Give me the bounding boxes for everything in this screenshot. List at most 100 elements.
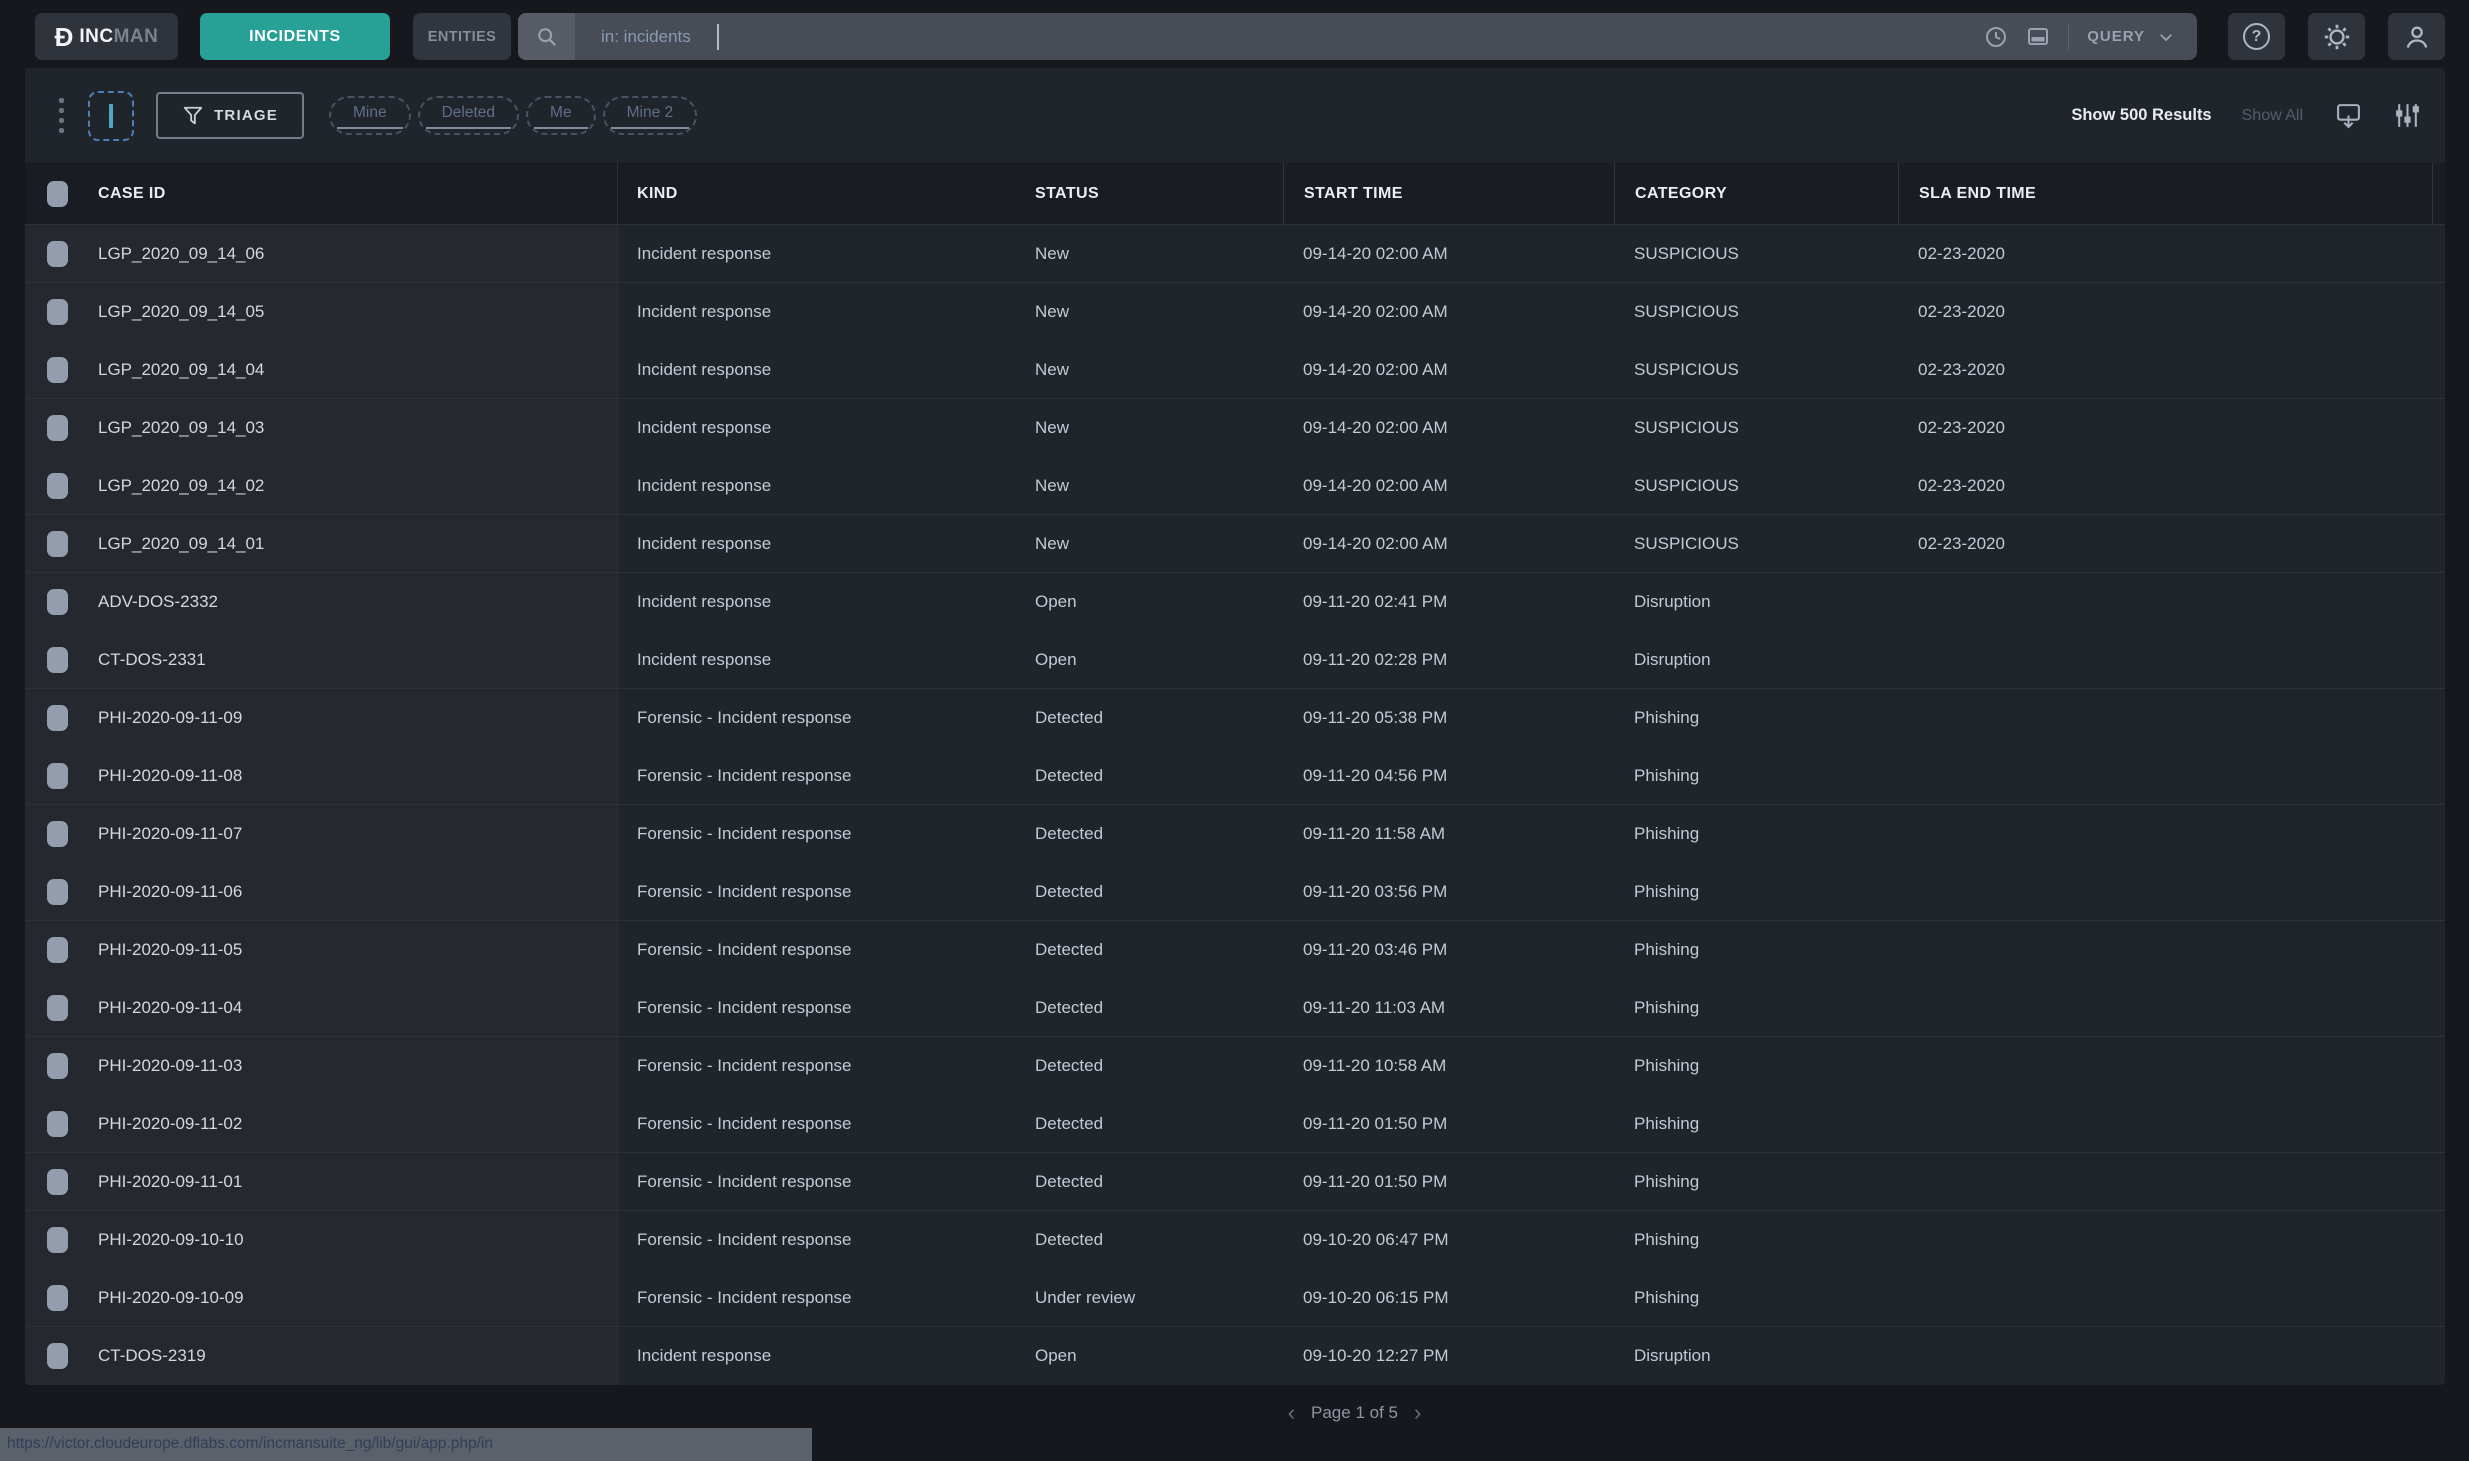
sla-end-time-cell: 02-23-2020 xyxy=(1898,244,2432,264)
case-id-cell[interactable]: PHI-2020-09-11-03 xyxy=(75,1056,617,1076)
case-id-cell[interactable]: PHI-2020-09-10-09 xyxy=(75,1288,617,1308)
kind-cell: Incident response xyxy=(617,418,1015,438)
row-checkbox[interactable] xyxy=(47,1285,68,1311)
table-row[interactable]: LGP_2020_09_14_06 Incident response New … xyxy=(25,225,2445,283)
case-id-cell[interactable]: ADV-DOS-2332 xyxy=(75,592,617,612)
case-id-cell[interactable]: LGP_2020_09_14_04 xyxy=(75,360,617,380)
column-header-case-id[interactable]: CASE ID xyxy=(75,163,617,224)
tab-entities[interactable]: ENTITIES xyxy=(413,13,511,60)
column-header-sla-end-time[interactable]: SLA END TIME xyxy=(1898,163,2432,224)
tab-incidents[interactable]: INCIDENTS xyxy=(200,13,390,60)
case-id-cell[interactable]: LGP_2020_09_14_06 xyxy=(75,244,617,264)
column-header-kind[interactable]: KIND xyxy=(617,163,1015,224)
row-checkbox[interactable] xyxy=(47,763,68,789)
case-id-cell[interactable]: PHI-2020-09-11-04 xyxy=(75,998,617,1018)
row-checkbox[interactable] xyxy=(47,647,68,673)
filter-pill-mine[interactable]: Mine xyxy=(329,96,411,135)
table-row[interactable]: PHI-2020-09-11-06 Forensic - Incident re… xyxy=(25,863,2445,921)
filter-pill-deleted[interactable]: Deleted xyxy=(418,96,519,135)
incman-logo[interactable]: Ɖ INCMAN xyxy=(35,13,178,60)
case-id-cell[interactable]: PHI-2020-09-10-10 xyxy=(75,1230,617,1250)
drag-handle-icon[interactable] xyxy=(59,98,64,133)
case-id-cell[interactable]: LGP_2020_09_14_03 xyxy=(75,418,617,438)
table-row[interactable]: PHI-2020-09-11-07 Forensic - Incident re… xyxy=(25,805,2445,863)
table-row[interactable]: PHI-2020-09-10-10 Forensic - Incident re… xyxy=(25,1211,2445,1269)
case-id-cell[interactable]: PHI-2020-09-11-08 xyxy=(75,766,617,786)
row-checkbox[interactable] xyxy=(47,241,68,267)
category-cell: SUSPICIOUS xyxy=(1614,244,1898,264)
case-id-cell[interactable]: CT-DOS-2319 xyxy=(75,1346,617,1366)
case-id-cell[interactable]: PHI-2020-09-11-07 xyxy=(75,824,617,844)
table-row[interactable]: PHI-2020-09-11-01 Forensic - Incident re… xyxy=(25,1153,2445,1211)
case-id-cell[interactable]: PHI-2020-09-11-01 xyxy=(75,1172,617,1192)
column-header-status[interactable]: STATUS xyxy=(1015,163,1283,224)
text-cursor-tool-button[interactable] xyxy=(88,91,134,141)
row-checkbox[interactable] xyxy=(47,1111,68,1137)
table-row[interactable]: CT-DOS-2319 Incident response Open 09-10… xyxy=(25,1327,2445,1385)
page-prev-icon[interactable]: ‹ xyxy=(1288,1402,1295,1424)
export-screen-icon[interactable] xyxy=(2335,102,2362,129)
start-time-cell: 09-11-20 04:56 PM xyxy=(1283,766,1614,786)
table-row[interactable]: LGP_2020_09_14_04 Incident response New … xyxy=(25,341,2445,399)
case-id-cell[interactable]: PHI-2020-09-11-05 xyxy=(75,940,617,960)
row-checkbox[interactable] xyxy=(47,1343,68,1369)
help-button[interactable]: ? xyxy=(2228,13,2285,60)
table-row[interactable]: LGP_2020_09_14_01 Incident response New … xyxy=(25,515,2445,573)
table-row[interactable]: PHI-2020-09-11-05 Forensic - Incident re… xyxy=(25,921,2445,979)
case-id-cell[interactable]: PHI-2020-09-11-06 xyxy=(75,882,617,902)
column-header-category[interactable]: CATEGORY xyxy=(1614,163,1898,224)
case-id-cell[interactable]: LGP_2020_09_14_01 xyxy=(75,534,617,554)
row-checkbox[interactable] xyxy=(47,1227,68,1253)
search-bar[interactable]: in: incidents QUERY xyxy=(518,13,2197,60)
case-id-cell[interactable]: PHI-2020-09-11-02 xyxy=(75,1114,617,1134)
row-checkbox[interactable] xyxy=(47,473,68,499)
row-checkbox[interactable] xyxy=(47,995,68,1021)
table-row[interactable]: LGP_2020_09_14_05 Incident response New … xyxy=(25,283,2445,341)
row-checkbox[interactable] xyxy=(47,531,68,557)
table-row[interactable]: PHI-2020-09-11-08 Forensic - Incident re… xyxy=(25,747,2445,805)
table-row[interactable]: ADV-DOS-2332 Incident response Open 09-1… xyxy=(25,573,2445,631)
row-checkbox[interactable] xyxy=(47,705,68,731)
kind-cell: Forensic - Incident response xyxy=(617,824,1015,844)
kind-cell: Incident response xyxy=(617,592,1015,612)
filter-pill-mine-2[interactable]: Mine 2 xyxy=(603,96,698,135)
table-row[interactable]: PHI-2020-09-11-09 Forensic - Incident re… xyxy=(25,689,2445,747)
row-checkbox[interactable] xyxy=(47,357,68,383)
page-next-icon[interactable]: › xyxy=(1414,1402,1421,1424)
row-checkbox[interactable] xyxy=(47,937,68,963)
row-checkbox[interactable] xyxy=(47,879,68,905)
table-row[interactable]: CT-DOS-2331 Incident response Open 09-11… xyxy=(25,631,2445,689)
row-checkbox[interactable] xyxy=(47,299,68,325)
case-id-cell[interactable]: CT-DOS-2331 xyxy=(75,650,617,670)
table-row[interactable]: LGP_2020_09_14_03 Incident response New … xyxy=(25,399,2445,457)
case-id-cell[interactable]: PHI-2020-09-11-09 xyxy=(75,708,617,728)
column-sliders-icon[interactable] xyxy=(2394,102,2421,129)
row-checkbox[interactable] xyxy=(47,589,68,615)
table-row[interactable]: PHI-2020-09-11-02 Forensic - Incident re… xyxy=(25,1095,2445,1153)
settings-button[interactable] xyxy=(2308,13,2365,60)
history-icon[interactable] xyxy=(1984,25,2008,49)
row-checkbox[interactable] xyxy=(47,821,68,847)
table-row[interactable]: PHI-2020-09-10-09 Forensic - Incident re… xyxy=(25,1269,2445,1327)
column-header-start-time[interactable]: START TIME xyxy=(1283,163,1614,224)
filter-pill-me[interactable]: Me xyxy=(526,96,596,135)
category-cell: SUSPICIOUS xyxy=(1614,302,1898,322)
user-profile-button[interactable] xyxy=(2388,13,2445,60)
table-row[interactable]: PHI-2020-09-11-04 Forensic - Incident re… xyxy=(25,979,2445,1037)
category-cell: Disruption xyxy=(1614,592,1898,612)
select-all-checkbox[interactable] xyxy=(47,181,68,207)
triage-button[interactable]: TRIAGE xyxy=(156,92,304,139)
case-id-cell[interactable]: LGP_2020_09_14_05 xyxy=(75,302,617,322)
category-cell: Disruption xyxy=(1614,1346,1898,1366)
table-row[interactable]: PHI-2020-09-11-03 Forensic - Incident re… xyxy=(25,1037,2445,1095)
row-checkbox[interactable] xyxy=(47,415,68,441)
search-query-token[interactable]: in: incidents xyxy=(601,27,691,47)
display-icon[interactable] xyxy=(2026,25,2050,49)
chevron-down-icon[interactable] xyxy=(2157,28,2175,46)
case-id-cell[interactable]: LGP_2020_09_14_02 xyxy=(75,476,617,496)
table-row[interactable]: LGP_2020_09_14_02 Incident response New … xyxy=(25,457,2445,515)
query-dropdown[interactable]: QUERY xyxy=(2087,28,2145,45)
show-all-button[interactable]: Show All xyxy=(2242,107,2303,125)
row-checkbox[interactable] xyxy=(47,1053,68,1079)
row-checkbox[interactable] xyxy=(47,1169,68,1195)
